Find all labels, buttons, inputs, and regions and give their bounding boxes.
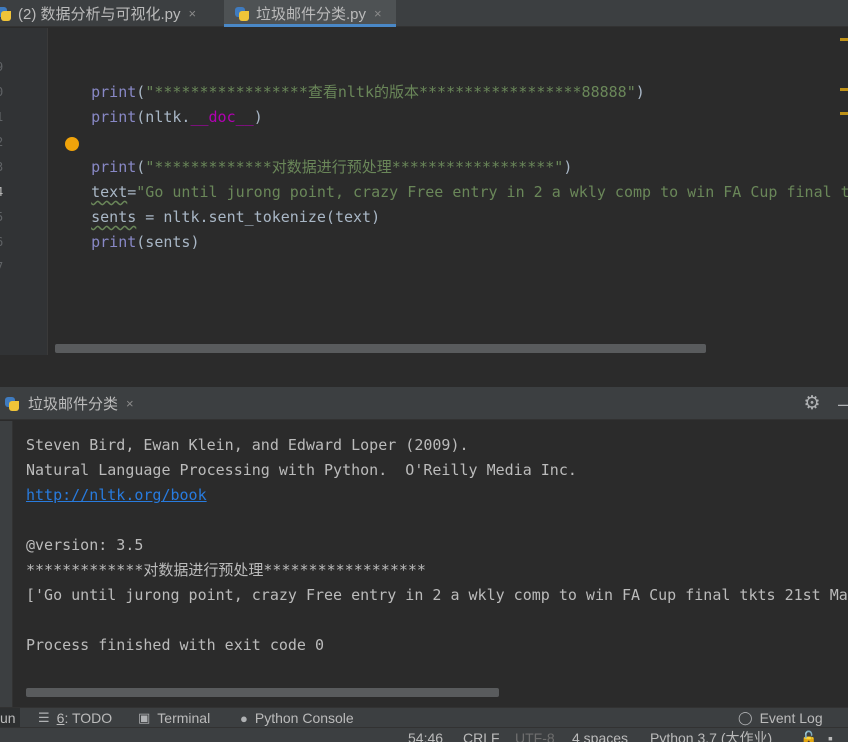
tab-label: (2) 数据分析与可视化.py	[18, 6, 181, 23]
line-number: 3	[0, 160, 6, 174]
tool-run[interactable]: un	[0, 708, 20, 728]
tool-todo[interactable]: ☰ 6: TODO	[38, 708, 112, 728]
lock-icon[interactable]: 🔓	[800, 730, 817, 742]
terminal-icon: ▣	[138, 710, 151, 725]
tool-window-bar: un ☰ 6: TODO ▣ Terminal ● Python Console…	[0, 707, 848, 728]
line-number: 0	[0, 85, 6, 99]
line-number: 9	[0, 60, 6, 74]
run-tab[interactable]: 垃圾邮件分类 ×	[4, 387, 134, 420]
file-encoding[interactable]: UTF-8	[515, 730, 555, 742]
run-console-output[interactable]: Steven Bird, Ewan Klein, and Edward Lope…	[13, 421, 848, 707]
code-line: print(nltk.__doc__)	[91, 108, 263, 126]
gear-icon[interactable]: ⚙	[802, 394, 822, 414]
warning-marker[interactable]	[840, 112, 848, 115]
warning-marker[interactable]	[840, 88, 848, 91]
error-stripe[interactable]	[840, 28, 848, 355]
code-editor[interactable]: print("*****************查看nltk的版本*******…	[48, 28, 848, 355]
hide-icon[interactable]: —	[838, 394, 848, 414]
console-line: Natural Language Processing with Python.…	[26, 461, 577, 479]
close-icon[interactable]: ×	[126, 396, 134, 411]
memory-icon[interactable]: ▪	[828, 730, 833, 742]
python-file-icon	[234, 6, 250, 22]
line-number: 5	[0, 210, 6, 224]
code-line: print("*****************查看nltk的版本*******…	[91, 83, 645, 101]
console-line: Process finished with exit code 0	[26, 636, 325, 654]
run-toolbar	[0, 421, 13, 707]
line-number: 6	[0, 235, 6, 249]
tab-label: 垃圾邮件分类.py	[256, 6, 367, 23]
indent-setting[interactable]: 4 spaces	[572, 730, 628, 742]
console-line: *************对数据进行预处理******************	[26, 561, 426, 579]
python-icon	[4, 396, 20, 412]
code-line-current: text="Go until jurong point, crazy Free …	[91, 183, 848, 201]
tool-terminal[interactable]: ▣ Terminal	[138, 708, 210, 728]
run-panel-header: 垃圾邮件分类 × ⚙ —	[0, 387, 848, 420]
line-number: 4	[0, 185, 6, 199]
warning-marker[interactable]	[840, 38, 848, 41]
line-number: 7	[0, 260, 6, 274]
close-icon[interactable]: ×	[374, 6, 382, 21]
line-number-gutter[interactable]: 9 0 1 2 3 4 5 6 7	[0, 28, 48, 355]
console-link[interactable]: http://nltk.org/book	[26, 483, 207, 508]
line-number: 1	[0, 110, 6, 124]
tab-spam-classification[interactable]: 垃圾邮件分类.py ×	[224, 0, 396, 27]
python-interpreter[interactable]: Python 3.7 (大作业)	[650, 730, 772, 742]
python-console-icon: ●	[240, 710, 248, 726]
lightbulb-icon[interactable]	[65, 137, 79, 151]
run-tab-label: 垃圾邮件分类	[28, 396, 119, 413]
close-icon[interactable]: ×	[189, 6, 197, 21]
editor-horizontal-scrollbar[interactable]	[55, 344, 706, 353]
code-line: sents = nltk.sent_tokenize(text)	[91, 208, 381, 226]
caret-position[interactable]: 54:46	[408, 730, 443, 742]
tool-python-console[interactable]: ● Python Console	[240, 708, 354, 728]
code-line: print("*************对数据进行预处理************…	[91, 158, 573, 176]
code-line: print(sents)	[91, 233, 200, 251]
status-bar: 54:46 CRLF UTF-8 4 spaces Python 3.7 (大作…	[0, 727, 848, 742]
event-log-icon: ◯	[738, 710, 753, 725]
console-line: @version: 3.5	[26, 536, 144, 554]
console-horizontal-scrollbar[interactable]	[26, 688, 499, 697]
tool-event-log[interactable]: ◯ Event Log	[738, 708, 823, 728]
line-number: 2	[0, 135, 6, 149]
panel-splitter[interactable]	[0, 355, 848, 387]
list-icon: ☰	[38, 710, 50, 725]
python-file-icon	[0, 6, 12, 22]
line-separator[interactable]: CRLF	[463, 730, 500, 742]
tab-data-analysis[interactable]: (2) 数据分析与可视化.py ×	[0, 0, 222, 27]
console-line: ['Go until jurong point, crazy Free entr…	[26, 586, 848, 604]
console-line: Steven Bird, Ewan Klein, and Edward Lope…	[26, 436, 469, 454]
editor-tab-bar: (2) 数据分析与可视化.py × 垃圾邮件分类.py ×	[0, 0, 848, 27]
